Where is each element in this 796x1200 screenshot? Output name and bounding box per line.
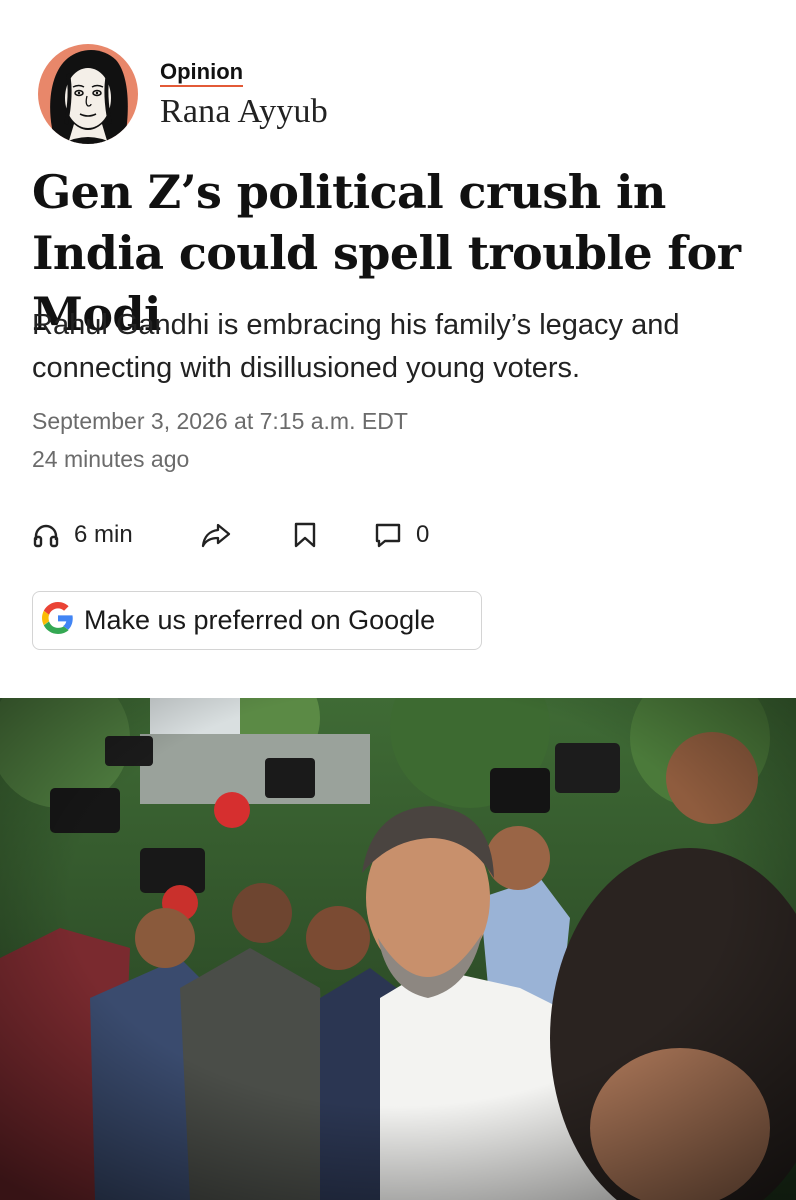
bookmark-icon — [292, 521, 318, 549]
comment-count: 0 — [416, 521, 430, 548]
comments-button[interactable]: 0 — [374, 521, 429, 549]
relative-time: 24 minutes ago — [32, 446, 190, 472]
share-icon — [200, 521, 232, 549]
section-label-opinion[interactable]: Opinion — [160, 59, 244, 87]
listen-button[interactable]: 6 min — [32, 521, 200, 549]
google-preferred-button[interactable]: Make us preferred on Google — [32, 591, 482, 650]
publish-date: September 3, 2026 at 7:15 a.m. EDT — [32, 408, 408, 434]
article-dek: Rahul Gandhi is embracing his family’s l… — [32, 309, 680, 384]
comment-icon — [374, 521, 402, 549]
article-actions: 6 min 0 — [32, 514, 429, 556]
share-button[interactable] — [200, 521, 292, 549]
author-name[interactable]: Rana Ayyub — [160, 93, 328, 131]
google-g-icon — [42, 602, 74, 639]
lead-photo — [0, 698, 796, 1200]
byline: Opinion Rana Ayyub — [38, 44, 328, 144]
author-avatar[interactable] — [38, 44, 138, 144]
google-preferred-label: Make us preferred on Google — [84, 605, 436, 635]
headphones-icon — [32, 521, 60, 549]
listen-duration: 6 min — [74, 521, 133, 548]
bookmark-button[interactable] — [292, 521, 374, 549]
